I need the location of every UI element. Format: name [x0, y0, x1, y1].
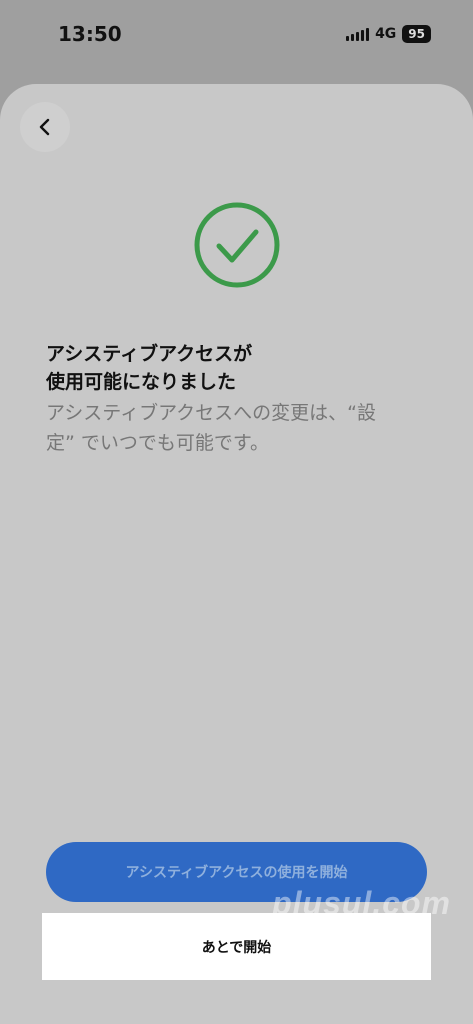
check-circle-icon	[194, 202, 280, 288]
battery-indicator: 95	[402, 25, 431, 43]
title-line-1: アシスティブアクセスが	[46, 343, 253, 365]
description-text: アシスティブアクセスへの変更は、“設 定” でいつでも可能です。	[46, 398, 431, 458]
title-line-2: 使用可能になりました	[46, 371, 237, 393]
description-line-2: 定” でいつでも可能です。	[46, 432, 269, 454]
start-later-button[interactable]: あとで開始	[42, 913, 431, 980]
back-button[interactable]	[20, 102, 70, 152]
network-label: 4G	[375, 26, 397, 42]
status-time: 13:50	[58, 22, 122, 46]
chevron-left-icon	[39, 118, 50, 136]
status-indicators: 4G 95	[346, 25, 431, 43]
status-bar: 13:50 4G 95	[0, 0, 473, 70]
watermark: plusul.com	[272, 885, 451, 921]
page-title: アシスティブアクセスが 使用可能になりました	[46, 340, 436, 396]
description-line-1: アシスティブアクセスへの変更は、“設	[46, 402, 376, 424]
modal-sheet: アシスティブアクセスが 使用可能になりました アシスティブアクセスへの変更は、“…	[0, 84, 473, 1024]
signal-icon	[346, 27, 370, 41]
